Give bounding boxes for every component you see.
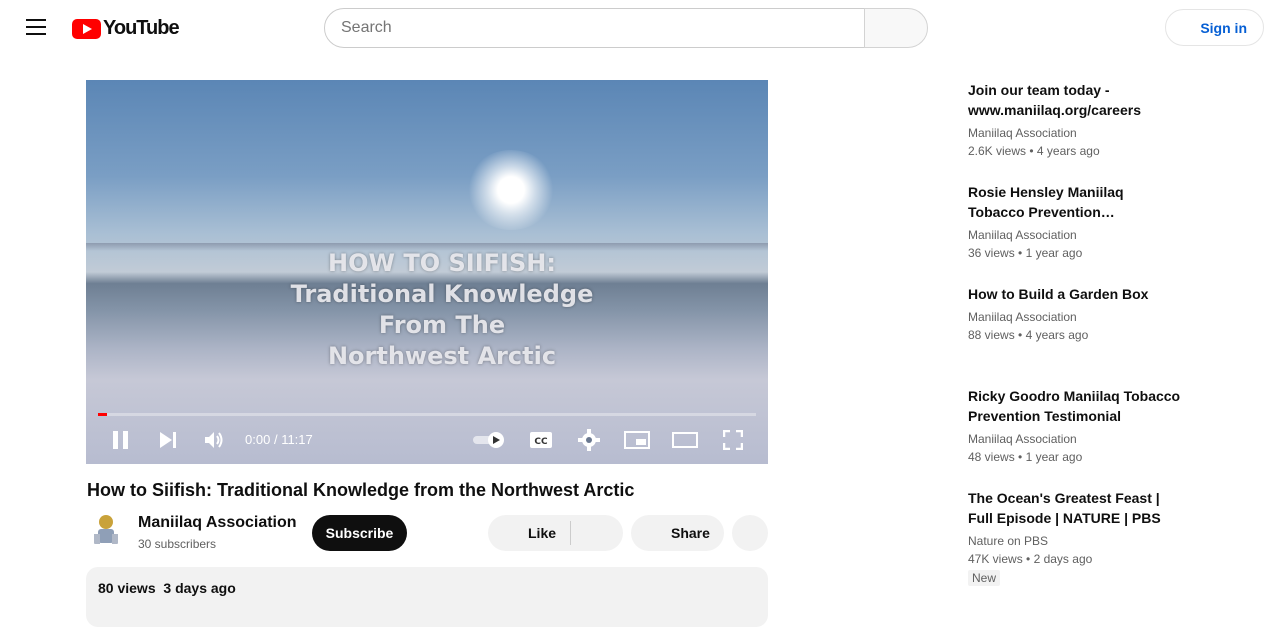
sign-in-label: Sign in: [1200, 19, 1247, 36]
recommendation-meta: 36 views • 1 year ago: [968, 246, 1083, 260]
svg-text:CC: CC: [534, 437, 548, 447]
theater-mode-icon[interactable]: [672, 432, 698, 448]
rec-views: 47K views: [968, 552, 1023, 566]
settings-gear-icon[interactable]: [578, 429, 600, 451]
rec-views: 48 views: [968, 450, 1015, 464]
time-total: 11:17: [281, 432, 313, 447]
rec-views: 2.6K views: [968, 144, 1027, 158]
like-dislike-divider: [570, 521, 571, 545]
recommendation-channel: Maniilaq Association: [968, 432, 1077, 446]
channel-name[interactable]: Maniilaq Association: [138, 514, 297, 532]
channel-avatar[interactable]: [88, 512, 124, 548]
volume-icon[interactable]: [204, 430, 226, 450]
title-line: Prevention Testimonial: [968, 408, 1121, 424]
recommendation-title: The Ocean's Greatest Feast | Full Episod…: [968, 488, 1198, 528]
sign-in-button[interactable]: Sign in: [1165, 9, 1264, 46]
recommendation-item[interactable]: How to Build a Garden Box Maniilaq Assoc…: [968, 284, 1198, 344]
progress-bar-fill: [98, 413, 107, 416]
youtube-logo[interactable]: YouTube: [72, 17, 180, 40]
pause-icon[interactable]: [112, 430, 130, 450]
recommendation-channel: Maniilaq Association: [968, 228, 1077, 242]
miniplayer-icon[interactable]: [624, 431, 650, 449]
description-box[interactable]: [86, 567, 768, 627]
recommendation-item[interactable]: Join our team today - www.maniilaq.org/c…: [968, 80, 1198, 160]
recommendation-channel: Maniilaq Association: [968, 126, 1077, 140]
overlay-line: HOW TO SIIFISH:: [328, 249, 556, 277]
title-line: Tobacco Prevention…: [968, 204, 1115, 220]
video-title: How to Siifish: Traditional Knowledge fr…: [87, 480, 635, 500]
rec-age: 4 years ago: [1036, 144, 1100, 158]
rec-age: 2 days ago: [1033, 552, 1093, 566]
rec-views: 36 views: [968, 246, 1015, 260]
rec-age: 4 years ago: [1025, 328, 1089, 342]
share-label: Share: [671, 525, 710, 541]
overlay-line: Northwest Arctic: [327, 342, 557, 370]
overlay-line: Traditional Knowledge: [290, 280, 594, 308]
youtube-logo-icon: [72, 18, 101, 39]
overlay-line: From The: [378, 311, 506, 339]
title-line: Rosie Hensley Maniilaq: [968, 184, 1124, 200]
title-line: The Ocean's Greatest Feast |: [968, 490, 1160, 506]
fullscreen-icon[interactable]: [723, 430, 743, 450]
description-meta: 80 views 3 days ago: [98, 580, 236, 596]
video-frame-sun: [466, 150, 556, 230]
recommendation-title: How to Build a Garden Box: [968, 284, 1198, 304]
recommendation-item[interactable]: Ricky Goodro Maniilaq Tobacco Prevention…: [968, 386, 1198, 466]
video-overlay-title: HOW TO SIIFISH: Traditional Knowledge Fr…: [86, 248, 768, 372]
recommendation-title: Join our team today - www.maniilaq.org/c…: [968, 80, 1198, 120]
upload-date: 3 days ago: [163, 580, 236, 596]
logo-text: YouTube: [103, 17, 180, 39]
subscriber-count: 30 subscribers: [138, 537, 217, 551]
progress-bar[interactable]: [98, 413, 756, 416]
autoplay-toggle-icon[interactable]: [472, 431, 508, 449]
rec-views: 88 views: [968, 328, 1015, 342]
view-count: 80 views: [98, 580, 156, 596]
title-line: Full Episode | NATURE | PBS: [968, 510, 1161, 526]
subscribe-label: Subscribe: [325, 525, 394, 541]
title-line: Ricky Goodro Maniilaq Tobacco: [968, 388, 1181, 404]
title-line: How to Build a Garden Box: [968, 286, 1149, 302]
title-line: www.maniilaq.org/careers: [968, 102, 1141, 118]
recommendation-meta: 88 views • 4 years ago: [968, 328, 1089, 342]
time-current: 0:00: [245, 432, 271, 447]
time-display: 0:00 / 11:17: [245, 432, 313, 447]
recommendation-title: Rosie Hensley Maniilaq Tobacco Preventio…: [968, 182, 1198, 222]
search-button[interactable]: [864, 8, 928, 48]
recommendation-meta: 47K views • 2 days ago: [968, 552, 1093, 566]
subscribe-button[interactable]: Subscribe: [312, 515, 407, 551]
next-icon[interactable]: [159, 431, 177, 449]
menu-icon[interactable]: [26, 19, 46, 35]
title-line: Join our team today -: [968, 82, 1110, 98]
like-label: Like: [528, 525, 557, 541]
time-separator: /: [273, 432, 278, 447]
search-input[interactable]: [324, 8, 865, 48]
more-actions-button[interactable]: [732, 515, 768, 551]
video-player[interactable]: HOW TO SIIFISH: Traditional Knowledge Fr…: [86, 80, 768, 464]
recommendation-meta: 48 views • 1 year ago: [968, 450, 1083, 464]
recommendation-title: Ricky Goodro Maniilaq Tobacco Prevention…: [968, 386, 1198, 426]
captions-icon[interactable]: CC: [529, 431, 553, 449]
recommendation-item[interactable]: Rosie Hensley Maniilaq Tobacco Preventio…: [968, 182, 1198, 262]
new-badge: New: [968, 570, 1001, 586]
recommendation-channel: Maniilaq Association: [968, 310, 1077, 324]
recommendation-channel: Nature on PBS: [968, 534, 1049, 548]
recommendation-item[interactable]: The Ocean's Greatest Feast | Full Episod…: [968, 488, 1198, 587]
rec-age: 1 year ago: [1025, 450, 1083, 464]
rec-age: 1 year ago: [1025, 246, 1083, 260]
recommendation-meta: 2.6K views • 4 years ago: [968, 144, 1100, 158]
